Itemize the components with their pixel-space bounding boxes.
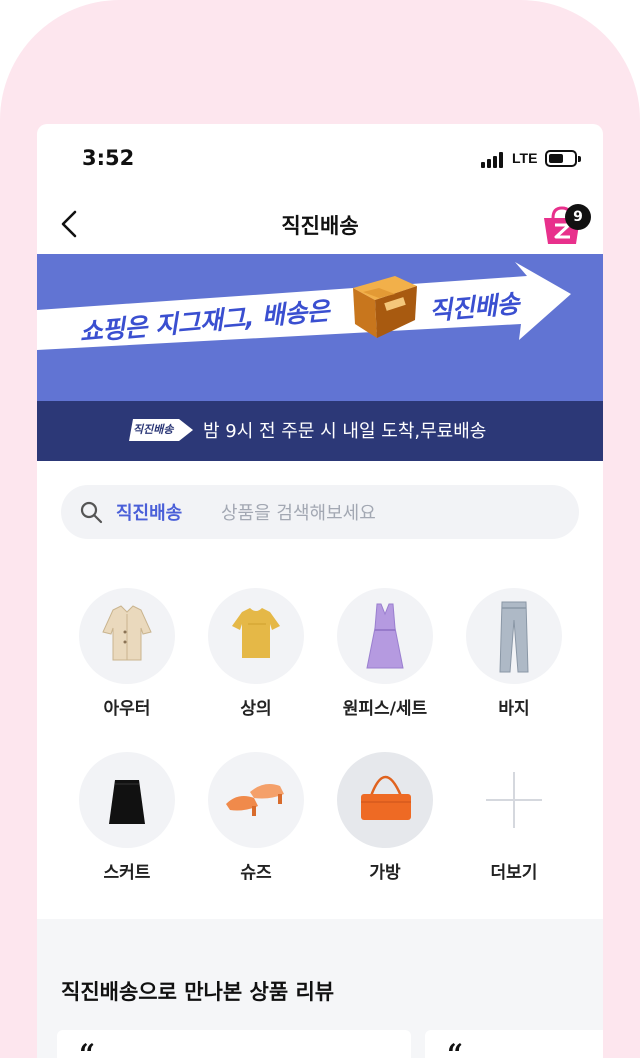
delivery-tag-label: 직진배송 xyxy=(133,423,174,436)
review-card[interactable]: “ xyxy=(425,1030,603,1058)
category-more[interactable]: 더보기 xyxy=(459,752,569,892)
delivery-info-text: 밤 9시 전 주문 시 내일 도착,무료배송 xyxy=(203,421,487,442)
box-icon xyxy=(353,276,417,338)
search-placeholder: 상품을 검색해보세요 xyxy=(221,503,376,524)
shoes-icon xyxy=(208,752,304,848)
category-label: 슈즈 xyxy=(240,863,272,883)
battery-tip xyxy=(578,156,581,162)
skirt-icon xyxy=(79,752,175,848)
promo-banner[interactable]: 쇼핑은 지그재그, 배송은 직진배송 xyxy=(37,254,603,401)
category-label: 스커트 xyxy=(103,863,151,883)
top-tshirt-icon xyxy=(208,588,304,684)
page-title: 직진배송 xyxy=(281,214,359,238)
reviews-title: 직진배송으로 만나본 상품 리뷰 xyxy=(61,980,335,1004)
search-icon xyxy=(80,501,103,524)
quote-icon: “ xyxy=(79,1038,96,1058)
category-pants[interactable]: 바지 xyxy=(459,588,569,728)
status-bar: 3:52 LTE xyxy=(37,124,603,194)
category-label: 아우터 xyxy=(103,699,151,719)
quote-icon: “ xyxy=(447,1038,464,1058)
network-label: LTE xyxy=(512,150,538,166)
category-dress[interactable]: 원피스/세트 xyxy=(330,588,440,728)
review-card[interactable]: “ xyxy=(57,1030,411,1058)
search-highlight-text: 직진배송 xyxy=(116,503,183,524)
battery-icon xyxy=(545,150,577,167)
category-skirt[interactable]: 스커트 xyxy=(72,752,182,892)
category-label: 상의 xyxy=(240,699,272,719)
plus-icon xyxy=(466,752,562,848)
bag-icon xyxy=(337,752,433,848)
category-label: 바지 xyxy=(498,699,530,719)
category-bag[interactable]: 가방 xyxy=(330,752,440,892)
dress-icon xyxy=(337,588,433,684)
cart-count-badge: 9 xyxy=(565,204,591,230)
pants-icon xyxy=(466,588,562,684)
category-label: 원피스/세트 xyxy=(342,699,428,719)
category-shoes[interactable]: 슈즈 xyxy=(201,752,311,892)
search-input[interactable]: 직진배송 상품을 검색해보세요 xyxy=(61,485,579,539)
nav-bar: 직진배송 xyxy=(37,194,603,254)
category-label: 더보기 xyxy=(490,863,538,883)
app-screen: 3:52 LTE 직진배송 9 쇼핑은 지그재그, 배송은 직진배송 직진배송 … xyxy=(37,124,603,1058)
status-time: 3:52 xyxy=(82,146,135,170)
outer-jacket-icon xyxy=(79,588,175,684)
category-top[interactable]: 상의 xyxy=(201,588,311,728)
category-outer[interactable]: 아우터 xyxy=(72,588,182,728)
delivery-info-strip: 직진배송 밤 9시 전 주문 시 내일 도착,무료배송 xyxy=(37,401,603,461)
signal-icon xyxy=(481,152,507,168)
category-label: 가방 xyxy=(369,863,401,883)
